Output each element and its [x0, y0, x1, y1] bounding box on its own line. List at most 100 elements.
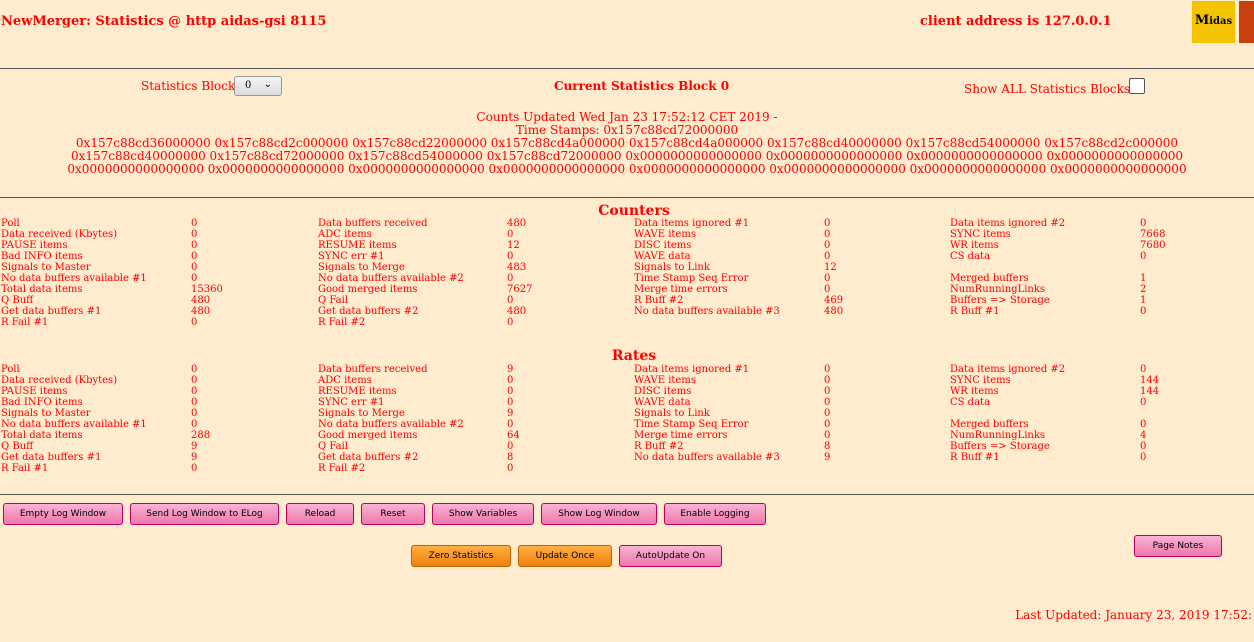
stat-label: WAVE data [634, 251, 691, 262]
update-once-button[interactable]: Update Once [518, 545, 612, 567]
chevron-down-icon: ⌄ [263, 79, 272, 90]
stat-label: WAVE items [634, 229, 696, 240]
stat-value: 0 [191, 397, 198, 408]
stat-value: 480 [507, 218, 527, 229]
stat-label: ADC items [318, 375, 372, 386]
stat-label: Total data items [1, 430, 83, 441]
stat-label: Signals to Merge [318, 408, 405, 419]
stat-label: Signals to Master [1, 408, 91, 419]
stat-value: 480 [191, 295, 211, 306]
stat-label: CS data [950, 397, 991, 408]
stat-label: SYNC err #1 [318, 251, 385, 262]
stat-value: 0 [191, 218, 198, 229]
statistics-block-label: Statistics Block [141, 79, 236, 93]
stat-value: 0 [191, 317, 198, 328]
stat-label: RESUME items [318, 386, 397, 397]
stat-value: 0 [1140, 452, 1147, 463]
show-variables-button[interactable]: Show Variables [432, 503, 534, 525]
show-log-button[interactable]: Show Log Window [541, 503, 657, 525]
statistics-block-select[interactable]: 0 ⌄ [234, 76, 282, 96]
stat-value: 0 [1140, 218, 1147, 229]
page-notes-button[interactable]: Page Notes [1134, 535, 1222, 557]
stat-label: Good merged items [318, 430, 418, 441]
stat-value: 0 [507, 273, 514, 284]
stat-value: 0 [1140, 397, 1147, 408]
stat-label: Signals to Link [634, 262, 710, 273]
empty-log-button[interactable]: Empty Log Window [3, 503, 123, 525]
stat-label: Data received (Kbytes) [1, 229, 118, 240]
stat-label: Signals to Master [1, 262, 91, 273]
stat-value: 0 [507, 375, 514, 386]
stat-label: SYNC items [950, 375, 1011, 386]
stat-value: 0 [191, 386, 198, 397]
stat-label: Data buffers received [318, 364, 428, 375]
stat-value: 0 [507, 397, 514, 408]
stat-value: 2 [1140, 284, 1147, 295]
stat-value: 7680 [1140, 240, 1166, 251]
stat-label: Time Stamp Seq Error [634, 273, 749, 284]
reload-button[interactable]: Reload [286, 503, 354, 525]
divider [0, 494, 1254, 495]
stat-value: 12 [507, 240, 520, 251]
divider [0, 197, 1254, 198]
stat-value: 0 [191, 273, 198, 284]
midas-logo: Midas [1192, 1, 1235, 43]
stat-label: R Fail #1 [1, 317, 49, 328]
stat-value: 0 [191, 262, 198, 273]
show-all-checkbox[interactable] [1129, 78, 1145, 94]
stat-value: 0 [824, 273, 831, 284]
stat-value: 0 [1140, 419, 1147, 430]
stat-label: DISC items [634, 240, 692, 251]
stat-value: 0 [507, 317, 514, 328]
stat-label: Q Buff [1, 295, 34, 306]
stat-label: Data items ignored #1 [634, 218, 750, 229]
stat-label: No data buffers available #2 [318, 419, 464, 430]
stat-value: 1 [1140, 273, 1147, 284]
stat-label: Merged buffers [950, 419, 1029, 430]
stat-label: No data buffers available #3 [634, 452, 780, 463]
autoupdate-button[interactable]: AutoUpdate On [619, 545, 722, 567]
zero-statistics-button[interactable]: Zero Statistics [411, 545, 511, 567]
stat-value: 0 [507, 295, 514, 306]
stat-label: Time Stamp Seq Error [634, 419, 749, 430]
stat-label: Merge time errors [634, 284, 728, 295]
stat-value: 0 [507, 441, 514, 452]
stat-value: 0 [507, 463, 514, 474]
stat-value: 144 [1140, 386, 1160, 397]
stat-value: 0 [824, 408, 831, 419]
select-value: 0 [245, 80, 252, 91]
stat-label: SYNC items [950, 229, 1011, 240]
stat-label: Data items ignored #2 [950, 218, 1066, 229]
stat-label: WR items [950, 386, 999, 397]
enable-logging-button[interactable]: Enable Logging [664, 503, 766, 525]
stat-value: 0 [507, 229, 514, 240]
stat-value: 144 [1140, 375, 1160, 386]
send-log-button[interactable]: Send Log Window to ELog [130, 503, 279, 525]
counters-heading: Counters [598, 203, 670, 219]
stat-label: No data buffers available #1 [1, 273, 147, 284]
stat-label: WR items [950, 240, 999, 251]
stat-label: Bad INFO items [1, 251, 83, 262]
stat-value: 0 [191, 240, 198, 251]
stat-value: 8 [824, 441, 831, 452]
stat-value: 8 [507, 452, 514, 463]
stat-label: R Buff #1 [950, 452, 1000, 463]
stat-label: R Fail #1 [1, 463, 49, 474]
stat-label: R Buff #2 [634, 295, 684, 306]
stat-label: Buffers => Storage [950, 295, 1050, 306]
stat-value: 9 [507, 364, 514, 375]
stat-value: 64 [507, 430, 520, 441]
stat-value: 0 [1140, 251, 1147, 262]
stat-label: WAVE items [634, 375, 696, 386]
stat-label: Signals to Merge [318, 262, 405, 273]
stat-value: 480 [191, 306, 211, 317]
stat-value: 480 [824, 306, 844, 317]
stat-label: Get data buffers #2 [318, 306, 419, 317]
stat-value: 4 [1140, 430, 1147, 441]
stat-label: NumRunningLinks [950, 430, 1046, 441]
stat-label: Bad INFO items [1, 397, 83, 408]
stat-value: 0 [507, 419, 514, 430]
reset-button[interactable]: Reset [361, 503, 425, 525]
stat-value: 0 [824, 397, 831, 408]
stat-value: 9 [191, 441, 198, 452]
